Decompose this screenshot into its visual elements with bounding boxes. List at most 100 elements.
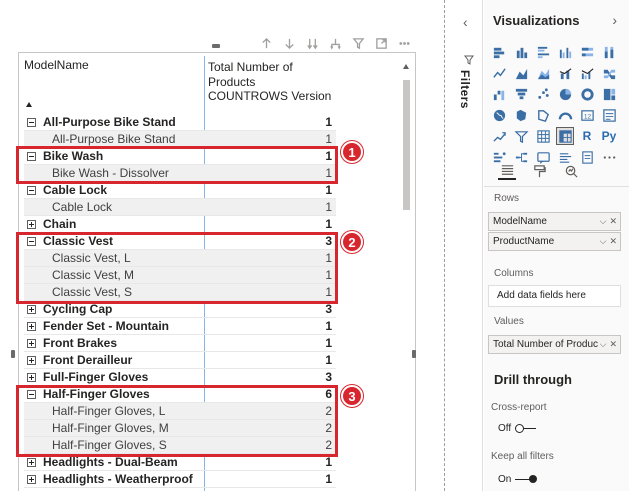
chevron-right-icon[interactable]: › bbox=[612, 12, 617, 28]
expand-hierarchy-icon[interactable] bbox=[327, 35, 344, 52]
clustered-bar-chart-icon[interactable] bbox=[535, 44, 551, 60]
pane-separator bbox=[484, 186, 629, 187]
resize-handle-top[interactable] bbox=[212, 44, 220, 48]
resize-handle-left[interactable] bbox=[11, 350, 15, 358]
kpi-icon[interactable] bbox=[491, 128, 507, 144]
matrix-parent-row[interactable]: Fender Set - Mountain 1 bbox=[24, 318, 336, 335]
matrix-parent-row[interactable]: Front Brakes 1 bbox=[24, 335, 336, 352]
scrollbar-thumb[interactable] bbox=[403, 80, 410, 210]
focus-mode-icon[interactable] bbox=[373, 35, 390, 52]
row-label: Chain bbox=[43, 217, 77, 231]
clustered-column-chart-icon[interactable] bbox=[557, 44, 573, 60]
row-value: 1 bbox=[325, 319, 332, 333]
row-value: 1 bbox=[325, 183, 332, 197]
row-value: 3 bbox=[325, 370, 332, 384]
gauge-icon[interactable] bbox=[557, 107, 573, 123]
rows-field-productname[interactable]: ProductName ⌵ ✕ bbox=[488, 232, 621, 251]
rows-label: Rows bbox=[494, 193, 520, 204]
map-icon[interactable] bbox=[491, 107, 507, 123]
filter-funnel-icon bbox=[464, 55, 474, 65]
drill-up-icon[interactable] bbox=[258, 35, 275, 52]
callout-badge-1: 1 bbox=[341, 141, 363, 163]
filters-label[interactable]: Filters bbox=[458, 70, 472, 109]
toggle-switch-off[interactable] bbox=[515, 423, 537, 433]
table-icon[interactable] bbox=[535, 128, 551, 144]
tab-fields[interactable] bbox=[498, 162, 516, 180]
visual-header-toolbar bbox=[258, 34, 413, 52]
row-label: Full-Finger Gloves bbox=[43, 370, 149, 384]
cross-report-toggle[interactable]: Off bbox=[498, 423, 537, 434]
python-visual-icon[interactable]: Py bbox=[601, 128, 617, 144]
stacked-column-chart-icon[interactable] bbox=[513, 44, 529, 60]
treemap-icon[interactable] bbox=[601, 86, 617, 102]
filter-icon[interactable] bbox=[350, 35, 367, 52]
ribbon-chart-icon[interactable] bbox=[601, 65, 617, 81]
keep-all-filters-toggle[interactable]: On bbox=[498, 474, 538, 485]
toggle-switch-on[interactable] bbox=[515, 474, 538, 483]
columns-drop-zone[interactable]: Add data fields here bbox=[488, 285, 621, 307]
row-label: Headlights - Weatherproof bbox=[43, 472, 193, 486]
waterfall-chart-icon[interactable] bbox=[491, 86, 507, 102]
multi-row-card-icon[interactable] bbox=[601, 107, 617, 123]
rows-field-modelname[interactable]: ModelName ⌵ ✕ bbox=[488, 212, 621, 231]
chevron-down-icon[interactable]: ⌵ bbox=[600, 213, 607, 230]
matrix-child-row[interactable]: Cable Lock 1 bbox=[24, 199, 336, 216]
100-stacked-column-chart-icon[interactable] bbox=[601, 44, 617, 60]
vertical-scrollbar[interactable] bbox=[401, 60, 410, 491]
matrix-parent-row[interactable]: Chain 1 bbox=[24, 216, 336, 233]
matrix-icon[interactable] bbox=[556, 127, 574, 145]
remove-field-icon[interactable]: ✕ bbox=[609, 213, 617, 230]
matrix-column-headers: ModelName Total Number of Products COUNT… bbox=[24, 58, 396, 110]
row-value: 1 bbox=[325, 472, 332, 486]
column-header-modelname[interactable]: ModelName bbox=[24, 58, 89, 72]
chevron-down-icon[interactable]: ⌵ bbox=[600, 336, 607, 353]
tab-format[interactable] bbox=[530, 162, 548, 180]
pie-chart-icon[interactable] bbox=[557, 86, 573, 102]
matrix-parent-row[interactable]: All-Purpose Bike Stand 1 bbox=[24, 114, 336, 131]
slicer-icon[interactable] bbox=[513, 128, 529, 144]
stacked-bar-chart-icon[interactable] bbox=[491, 44, 507, 60]
resize-handle-right[interactable] bbox=[412, 350, 416, 358]
100-stacked-bar-chart-icon[interactable] bbox=[579, 44, 595, 60]
remove-field-icon[interactable]: ✕ bbox=[609, 233, 617, 250]
cross-report-label: Cross-report bbox=[491, 402, 547, 413]
matrix-parent-row[interactable]: Headlights - Weatherproof 1 bbox=[24, 471, 336, 488]
area-chart-icon[interactable] bbox=[513, 65, 529, 81]
drill-down-icon[interactable] bbox=[281, 35, 298, 52]
columns-label: Columns bbox=[494, 268, 534, 279]
filters-pane-collapsed[interactable]: ‹ Filters bbox=[455, 0, 483, 491]
card-icon[interactable]: 12 bbox=[579, 107, 595, 123]
funnel-chart-icon[interactable] bbox=[513, 86, 529, 102]
column-header-total-products[interactable]: Total Number of Products COUNTROWS Versi… bbox=[208, 60, 331, 104]
scroll-up-icon[interactable] bbox=[403, 64, 409, 69]
matrix-parent-row[interactable]: Front Derailleur 1 bbox=[24, 352, 336, 369]
scatter-chart-icon[interactable] bbox=[535, 86, 551, 102]
matrix-parent-row[interactable]: Cable Lock 1 bbox=[24, 182, 336, 199]
analytics-magnifier-icon bbox=[565, 165, 578, 178]
shape-map-icon[interactable] bbox=[535, 107, 551, 123]
svg-text:12: 12 bbox=[583, 113, 591, 120]
pane-divider bbox=[444, 0, 445, 491]
keep-all-filters-label: Keep all filters bbox=[491, 451, 554, 462]
callout-box-2 bbox=[16, 232, 338, 304]
row-value: 1 bbox=[325, 336, 332, 350]
visualizations-pane: Visualizations › 12 R Py Rows ModelName … bbox=[484, 0, 629, 491]
line-and-column-chart-icon[interactable] bbox=[557, 65, 573, 81]
filled-map-icon[interactable] bbox=[513, 107, 529, 123]
donut-chart-icon[interactable] bbox=[579, 86, 595, 102]
line-and-clustered-column-icon[interactable] bbox=[579, 65, 595, 81]
values-field-total-products[interactable]: Total Number of Produc ⌵ ✕ bbox=[488, 335, 621, 354]
remove-field-icon[interactable]: ✕ bbox=[609, 336, 617, 353]
stacked-area-chart-icon[interactable] bbox=[535, 65, 551, 81]
more-options-icon[interactable] bbox=[396, 35, 413, 52]
chevron-left-icon[interactable]: ‹ bbox=[463, 14, 468, 30]
chevron-down-icon[interactable]: ⌵ bbox=[600, 233, 607, 250]
row-label: Front Derailleur bbox=[43, 353, 133, 367]
sort-ascending-icon[interactable] bbox=[26, 102, 32, 107]
matrix-parent-row[interactable]: Full-Finger Gloves 3 bbox=[24, 369, 336, 386]
line-chart-icon[interactable] bbox=[491, 65, 507, 81]
r-script-visual-icon[interactable]: R bbox=[579, 128, 595, 144]
callout-box-1 bbox=[16, 146, 338, 184]
tab-analytics[interactable] bbox=[562, 162, 580, 180]
expand-next-level-icon[interactable] bbox=[304, 35, 321, 52]
